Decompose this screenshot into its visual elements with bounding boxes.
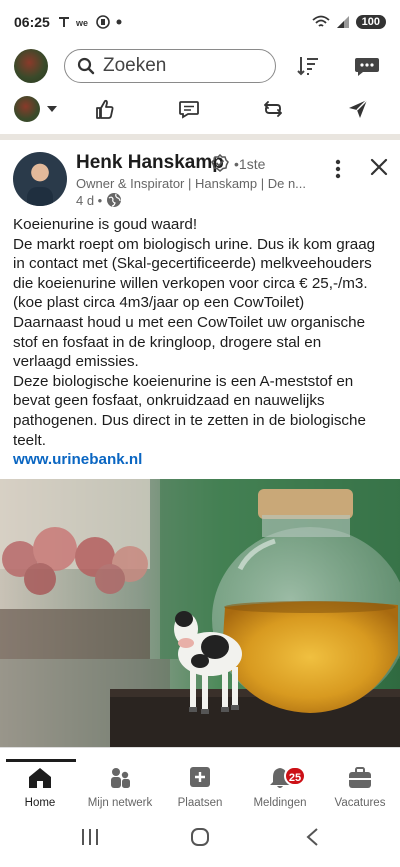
post-link[interactable]: www.urinebank.nl — [13, 450, 393, 470]
nav-label: Vacatures — [334, 797, 386, 809]
nav-label: Home — [24, 797, 56, 809]
author-headline: Owner & Inspirator | Hanskamp | De n... — [76, 176, 307, 191]
post-text-line: die koeienurine willen verkopen voor cir… — [13, 274, 368, 292]
briefcase-icon — [349, 767, 371, 788]
close-icon[interactable] — [370, 158, 388, 176]
post-header: Henk Hanskamp •1ste Owner & Inspirator |… — [0, 148, 400, 212]
post-text: Koeienurine is goud waard! De markt roep… — [13, 215, 393, 470]
post-text-line: Koeienurine is goud waard! — [13, 216, 198, 233]
search-placeholder: Zoeken — [103, 55, 167, 76]
nav-notifications[interactable]: 25 Meldingen — [240, 766, 320, 809]
nav-network[interactable]: Mijn netwerk — [80, 766, 160, 809]
globe-icon — [107, 193, 121, 207]
post-text-line: stof en fosfaat in de kringloop, drogere… — [13, 333, 322, 351]
dot-icon — [116, 19, 122, 25]
post-text-line: in contact met (Skal-gecertificeerde) me… — [13, 255, 372, 273]
connection-degree: •1ste — [234, 156, 266, 172]
status-bar: 06:25 we 100 — [0, 0, 400, 44]
section-divider — [0, 134, 400, 140]
notifications-badge: 25 — [284, 766, 306, 786]
wifi-icon — [312, 15, 330, 27]
sort-icon[interactable] — [296, 54, 320, 78]
post-text-line: Daarnaast houd u met een CowToilet uw or… — [13, 313, 366, 331]
app-notification-icon — [58, 17, 69, 27]
post-image[interactable] — [0, 479, 400, 747]
home-button-icon[interactable] — [190, 827, 210, 847]
bottom-navigation: Home Mijn netwerk Plaatsen 25 Meldingen … — [0, 762, 400, 814]
caret-down-icon[interactable] — [46, 105, 58, 113]
send-icon[interactable] — [347, 98, 369, 120]
back-icon[interactable] — [303, 827, 323, 847]
nav-label: Mijn netwerk — [87, 797, 153, 809]
post-action-bar — [0, 90, 400, 130]
profile-avatar[interactable] — [14, 49, 48, 83]
app-notification-icon-3 — [96, 15, 110, 29]
post-text-line: De markt roept om biologisch urine. Dus … — [13, 235, 376, 253]
author-avatar[interactable] — [13, 152, 67, 206]
system-navigation — [0, 815, 400, 867]
nav-home[interactable]: Home — [0, 766, 80, 809]
home-icon — [29, 768, 51, 788]
nav-label: Meldingen — [253, 797, 307, 809]
svg-text:we: we — [76, 18, 88, 28]
cow-urine-jar-photo — [0, 479, 400, 747]
post-text-line: (koe plast circa 4m3/jaar op een CowToil… — [13, 294, 305, 312]
actor-avatar[interactable] — [14, 96, 40, 122]
like-icon[interactable] — [93, 98, 115, 120]
nav-label: Plaatsen — [177, 797, 223, 809]
post-text-line: Deze biologische koeienurine is een A-me… — [13, 372, 354, 390]
post-text-line: pathogenen. Dus direct in te zetten in d… — [13, 411, 366, 429]
clock: 06:25 — [14, 14, 50, 30]
messaging-icon[interactable] — [354, 54, 380, 78]
top-header: Zoeken — [0, 44, 400, 88]
post-text-line: verlaagd emissies. — [13, 353, 139, 371]
search-icon — [77, 57, 95, 75]
post-icon — [190, 767, 210, 787]
nav-post[interactable]: Plaatsen — [160, 766, 240, 809]
notification-icons: we — [58, 15, 122, 29]
author-name[interactable]: Henk Hanskamp — [76, 152, 224, 174]
verified-icon — [211, 154, 229, 172]
comment-icon[interactable] — [178, 98, 200, 120]
network-icon — [111, 768, 130, 788]
recent-apps-icon[interactable] — [80, 827, 100, 847]
post-text-line: teelt. — [13, 431, 46, 449]
post-time: 4 d • — [76, 193, 103, 208]
repost-icon[interactable] — [262, 98, 284, 120]
post-text-line: bevat geen fosfaat, onkruidzaad en nauwe… — [13, 392, 325, 410]
signal-icon — [336, 16, 349, 28]
app-notification-icon-2: we — [76, 18, 88, 28]
nav-jobs[interactable]: Vacatures — [320, 766, 400, 809]
more-options-icon[interactable] — [333, 158, 343, 180]
search-input[interactable]: Zoeken — [64, 49, 276, 83]
battery-indicator: 100 — [355, 15, 386, 29]
